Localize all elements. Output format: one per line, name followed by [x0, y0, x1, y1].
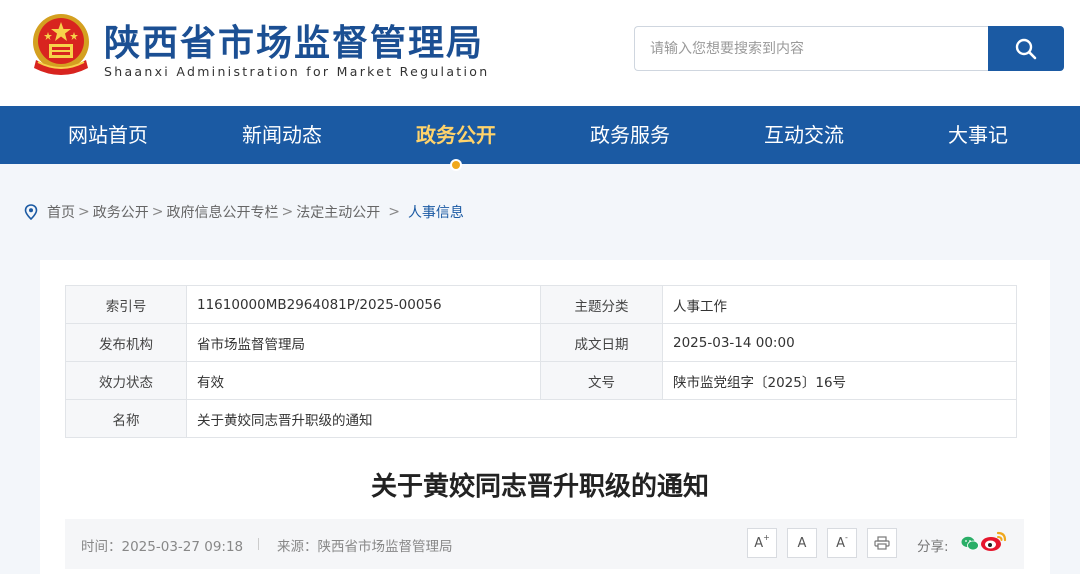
nav-item-news[interactable]: 新闻动态 [212, 106, 352, 164]
meta-label-index: 索引号 [65, 285, 187, 324]
table-row: 索引号 11610000MB2964081P/2025-00056 主题分类 人… [65, 285, 1017, 324]
meta-label-topic: 主题分类 [540, 285, 663, 324]
nav-item-events[interactable]: 大事记 [908, 106, 1048, 164]
site-header: 陕西省市场监督管理局 Shaanxi Administration for Ma… [0, 0, 1080, 106]
search-button[interactable] [988, 26, 1064, 71]
meta-label-docno: 文号 [540, 361, 663, 400]
location-pin-icon [24, 204, 38, 220]
print-button[interactable] [867, 528, 897, 558]
meta-label-publisher: 发布机构 [65, 323, 187, 362]
breadcrumb: 首页 > 政务公开 > 政府信息公开专栏 > 法定主动公开 > 人事信息 [24, 202, 464, 222]
plus-mark: + [763, 532, 770, 542]
font-normal-label: A [797, 535, 807, 551]
active-nav-indicator-icon [450, 159, 462, 171]
meta-value-docno: 陕市监党组字〔2025〕16号 [662, 361, 1017, 400]
breadcrumb-separator: > [388, 204, 400, 220]
font-smaller-button[interactable]: A- [827, 528, 857, 558]
print-icon [874, 536, 890, 550]
meta-label-date: 成文日期 [540, 323, 663, 362]
font-smaller-label: A [836, 535, 845, 551]
wechat-icon[interactable] [961, 536, 979, 551]
search-input[interactable] [635, 27, 988, 70]
article-source: 来源：陕西省市场监督管理局 [277, 539, 453, 555]
table-row: 效力状态 有效 文号 陕市监党组字〔2025〕16号 [65, 361, 1017, 400]
publish-time: 时间：2025-03-27 09:18 [81, 539, 244, 555]
breadcrumb-statutory[interactable]: 法定主动公开 [296, 202, 380, 222]
breadcrumb-separator: > [281, 204, 294, 220]
site-subtitle: Shaanxi Administration for Market Regula… [104, 64, 490, 79]
share-label: 分享: [917, 539, 949, 555]
meta-value-status: 有效 [186, 361, 541, 400]
nav-item-gov-services[interactable]: 政务服务 [560, 106, 700, 164]
breadcrumb-current[interactable]: 人事信息 [408, 202, 464, 222]
minus-mark: - [845, 532, 848, 542]
article-info-bar: 时间：2025-03-27 09:18 来源：陕西省市场监督管理局 A + A A… [65, 519, 1024, 569]
font-larger-button[interactable]: A + [747, 528, 777, 558]
search-icon [1015, 38, 1037, 59]
table-row: 发布机构 省市场监督管理局 成文日期 2025-03-14 00:00 [65, 323, 1017, 362]
meta-value-index: 11610000MB2964081P/2025-00056 [186, 285, 541, 324]
breadcrumb-separator: > [151, 204, 164, 220]
nav-item-interaction[interactable]: 互动交流 [734, 106, 874, 164]
table-row: 名称 关于黄姣同志晋升职级的通知 [65, 399, 1017, 438]
breadcrumb-separator: > [78, 204, 90, 220]
meta-value-date: 2025-03-14 00:00 [662, 323, 1017, 362]
nav-item-home[interactable]: 网站首页 [38, 106, 178, 164]
meta-value-publisher: 省市场监督管理局 [186, 323, 541, 362]
font-larger-label: A [754, 535, 764, 551]
nav-item-gov-affairs[interactable]: 政务公开 [386, 106, 526, 164]
meta-label-status: 效力状态 [65, 361, 187, 400]
breadcrumb-info-column[interactable]: 政府信息公开专栏 [166, 202, 278, 222]
main-nav: 网站首页 新闻动态 政务公开 政务服务 互动交流 大事记 [0, 106, 1080, 164]
national-emblem-icon[interactable] [26, 10, 96, 82]
breadcrumb-gov-affairs[interactable]: 政务公开 [93, 202, 149, 222]
search-box [634, 26, 988, 71]
breadcrumb-home[interactable]: 首页 [47, 202, 75, 222]
weibo-icon[interactable] [980, 529, 1008, 553]
meta-label-name: 名称 [65, 399, 187, 438]
document-meta-table: 索引号 11610000MB2964081P/2025-00056 主题分类 人… [65, 285, 1017, 438]
meta-value-name: 关于黄姣同志晋升职级的通知 [186, 399, 1017, 438]
info-divider [258, 538, 259, 550]
article-title: 关于黄姣同志晋升职级的通知 [370, 472, 709, 502]
font-normal-button[interactable]: A [787, 528, 817, 558]
site-title[interactable]: 陕西省市场监督管理局 [104, 14, 484, 66]
meta-value-topic: 人事工作 [662, 285, 1017, 324]
